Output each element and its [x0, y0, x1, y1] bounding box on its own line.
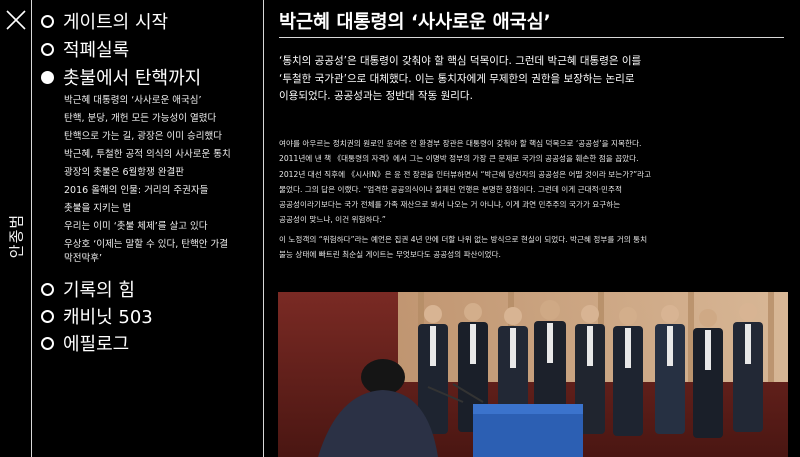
- toc-chapter-label: 캐비닛 503: [63, 307, 153, 328]
- lead-line: ‘투철한 국가관’으로 대체했다. 이는 통치자에게 무제한의 권한을 보장하는…: [279, 72, 635, 85]
- toc-sub-item[interactable]: 우상호 ‘이제는 말할 수 있다, 탄핵안 가결: [64, 238, 228, 252]
- paragraph-line: 이 노정객의 “위험하다”라는 예언은 집권 4년 만에 더할 나위 없는 방식…: [279, 235, 648, 244]
- lead-line: 이용되었다. 공공성과는 정반대 작동 원리다.: [279, 90, 473, 102]
- chapter-marker-icon: [41, 309, 54, 323]
- toc-chapter-label: 촛불에서 탄핵까지: [63, 68, 202, 89]
- chapter-marker-icon: [41, 42, 54, 56]
- toc-chapter-label: 에필로그: [63, 334, 130, 355]
- toc-chapter-label: 적폐실록: [63, 40, 130, 61]
- toc-chapter-cabinet-503[interactable]: 캐비닛 503: [41, 303, 153, 329]
- chapter-marker-icon: [41, 282, 54, 296]
- article-paragraph-2: 이 노정객의 “위험하다”라는 예언은 집권 4년 만에 더할 나위 없는 방식…: [279, 232, 784, 263]
- paragraph-line: 공공성이라기보다는 국가 전체를 가족 재산으로 봐서 나오는 거 아니냐, 이…: [279, 200, 621, 210]
- paragraph-line: 2012년 대선 직후에 《시사IN》은 윤 전 장관을 인터뷰하면서 “박근혜…: [279, 169, 652, 179]
- left-rail: 안종범: [0, 0, 32, 457]
- toc-sub-item[interactable]: 광장의 촛불은 6월항쟁 완결판: [64, 166, 184, 180]
- close-icon: [6, 10, 26, 30]
- title-divider: [279, 37, 784, 38]
- article-paragraph-1: 여야를 아우르는 정치권의 원로인 윤여준 전 환경부 장관은 대통령이 갖춰야…: [279, 136, 784, 228]
- toc-chapter-label: 게이트의 시작: [63, 12, 169, 33]
- toc-sub-item-continued[interactable]: 막전막후’: [64, 252, 102, 266]
- paragraph-line: 2011년에 낸 책 《대통령의 자격》에서 그는 이명박 정부의 가장 큰 문…: [279, 154, 639, 164]
- toc-chapter-records[interactable]: 적폐실록: [41, 36, 129, 62]
- chapter-marker-active-icon: [41, 70, 54, 84]
- chapter-marker-icon: [41, 336, 54, 350]
- toc-sub-item[interactable]: 2016 올해의 인물: 거리의 주권자들: [64, 184, 208, 198]
- toc-sub-item[interactable]: 탄핵, 분당, 개헌 모든 가능성이 열렸다: [64, 112, 216, 126]
- toc-chapter-epilogue[interactable]: 에필로그: [41, 330, 129, 356]
- paragraph-line: 물었다. 그의 답은 이랬다. “엄격한 공공의식이나 절제된 언행은 분명한 …: [279, 184, 622, 194]
- toc-sub-item[interactable]: 우리는 이미 ‘촛불 체제’를 살고 있다: [64, 220, 208, 234]
- toc-chapter-candlelight[interactable]: 촛불에서 탄핵까지: [41, 64, 201, 90]
- author-name: 안종범: [7, 213, 26, 259]
- toc-chapter-gate-start[interactable]: 게이트의 시작: [41, 8, 168, 34]
- close-button[interactable]: [4, 8, 28, 32]
- paragraph-line: 여야를 아우르는 정치권의 원로인 윤여준 전 환경부 장관은 대통령이 갖춰야…: [279, 139, 642, 148]
- toc-chapter-power-of-records[interactable]: 기록의 힘: [41, 276, 135, 302]
- article-title: 박근혜 대통령의 ‘사사로운 애국심’: [279, 12, 551, 33]
- toc-chapter-label: 기록의 힘: [63, 280, 135, 301]
- article-lead: ‘통치의 공공성’은 대통령이 갖춰야 할 핵심 덕목이다. 그런데 박근혜 대…: [279, 53, 699, 106]
- lead-line: ‘통치의 공공성’은 대통령이 갖춰야 할 핵심 덕목이다. 그런데 박근혜 대…: [279, 55, 642, 67]
- toc-sub-item[interactable]: 박근혜 대통령의 ‘사사로운 애국심’: [64, 94, 201, 108]
- photo-illustration: [278, 292, 788, 457]
- toc-sub-item[interactable]: 촛불을 지키는 법: [64, 202, 131, 216]
- paragraph-line: 불능 상태에 빠트린 최순실 게이트는 무엇보다도 공공성의 파산이었다.: [279, 250, 501, 260]
- paragraph-line: 공공성이 맞느냐, 이건 위험하다.”: [279, 215, 386, 225]
- toc-sub-item[interactable]: 탄핵으로 가는 길, 광장은 이미 승리했다: [64, 130, 222, 144]
- toc-sub-item[interactable]: 박근혜, 투철한 공적 의식의 사사로운 통치: [64, 148, 231, 162]
- table-of-contents: 게이트의 시작 적폐실록 촛불에서 탄핵까지 박근혜 대통령의 ‘사사로운 애국…: [33, 0, 264, 457]
- chapter-marker-icon: [41, 14, 54, 28]
- article-photo: [278, 292, 788, 457]
